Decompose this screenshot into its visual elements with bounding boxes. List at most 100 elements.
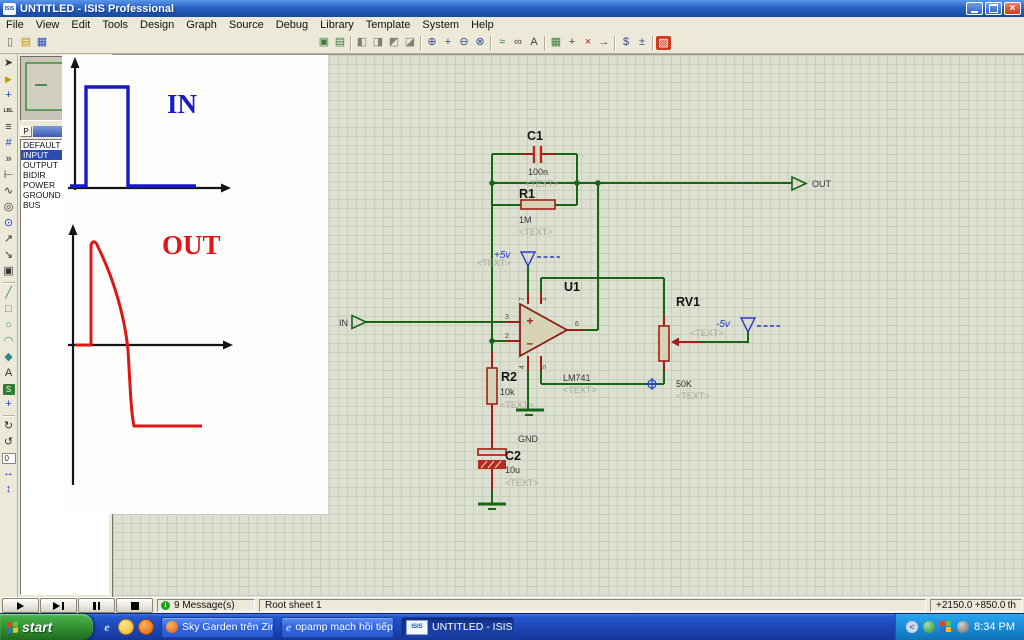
menu-source[interactable]: Source — [223, 18, 270, 32]
menu-graph[interactable]: Graph — [180, 18, 223, 32]
design-explorer-icon[interactable]: ▦ — [548, 35, 564, 51]
paste-sheet-icon[interactable]: ▤ — [332, 35, 348, 51]
minimize-button[interactable] — [966, 2, 983, 15]
menu-help[interactable]: Help — [465, 18, 500, 32]
junction-dot-icon[interactable]: + — [1, 88, 17, 104]
goto-sheet-icon[interactable]: → — [596, 35, 612, 51]
new-design-icon[interactable]: ▯ — [2, 35, 18, 51]
menu-design[interactable]: Design — [134, 18, 180, 32]
2d-circle-icon[interactable]: ○ — [1, 318, 17, 334]
hide-icons-chevron[interactable]: < — [906, 621, 919, 633]
stop-button[interactable] — [116, 598, 153, 613]
menu-file[interactable]: File — [0, 18, 30, 32]
play-button[interactable] — [2, 598, 39, 613]
message-box[interactable]: i 9 Message(s) — [157, 599, 255, 612]
opamp-u1[interactable]: + – — [519, 302, 569, 358]
block-rotate-icon[interactable]: ◩ — [386, 35, 402, 51]
updates-tray-icon[interactable] — [940, 621, 952, 633]
text-script-icon[interactable]: ≡ — [1, 120, 17, 136]
2d-box-icon[interactable]: □ — [1, 302, 17, 318]
pause-button[interactable] — [78, 598, 115, 613]
save-design-icon[interactable]: ▦ — [34, 35, 50, 51]
open-design-icon[interactable]: ▤ — [18, 35, 34, 51]
step-button[interactable] — [40, 598, 77, 613]
zoom-center-icon[interactable]: + — [440, 35, 456, 51]
internet-explorer-icon[interactable]: e — [100, 620, 114, 634]
2d-path-icon[interactable]: ◆ — [1, 350, 17, 366]
graph-mode-icon[interactable]: ∿ — [1, 184, 17, 200]
block-delete-icon[interactable]: ◪ — [402, 35, 418, 51]
2d-arc-icon[interactable]: ◠ — [1, 334, 17, 350]
remove-sheet-icon[interactable]: × — [580, 35, 596, 51]
2d-text-icon[interactable]: A — [1, 366, 17, 382]
menu-system[interactable]: System — [416, 18, 465, 32]
resistor-r1[interactable] — [520, 199, 556, 210]
wire-autorouter-icon[interactable]: ≈ — [494, 35, 510, 51]
flip-vertical-icon[interactable]: ↕ — [1, 482, 17, 498]
script-editor-icon[interactable]: $ — [618, 35, 634, 51]
copy-sheet-icon[interactable]: ▣ — [316, 35, 332, 51]
vminus-terminal[interactable] — [739, 317, 757, 334]
menu-template[interactable]: Template — [360, 18, 417, 32]
buses-icon[interactable]: # — [1, 136, 17, 152]
rv1-text: <TEXT> — [676, 391, 710, 401]
close-button[interactable]: × — [1004, 2, 1021, 15]
r1-value: 1M — [519, 215, 532, 225]
vplus-terminal[interactable] — [519, 251, 537, 268]
resistor-r2[interactable] — [486, 367, 498, 405]
r2-ref: R2 — [501, 370, 517, 384]
browser-icon[interactable] — [138, 619, 154, 635]
pick-devices-button[interactable]: P — [20, 126, 32, 137]
clock[interactable]: 8:34 PM — [974, 621, 1015, 633]
property-assignment-icon[interactable]: A — [526, 35, 542, 51]
taskbar-button-zing[interactable]: Sky Garden trên Zing ... — [161, 616, 274, 638]
output-terminal[interactable] — [791, 175, 808, 192]
menu-library[interactable]: Library — [314, 18, 360, 32]
voltage-probe-icon[interactable]: ↗ — [1, 232, 17, 248]
script-blocks-icon[interactable]: ± — [634, 35, 650, 51]
2d-marker-icon[interactable]: + — [1, 397, 17, 413]
taskbar-button-opamp[interactable]: e opamp mạch hồi tiếp ... — [281, 616, 394, 638]
rotate-clockwise-icon[interactable]: ↻ — [1, 419, 17, 435]
2d-line-icon[interactable]: ╱ — [1, 286, 17, 302]
block-move-icon[interactable]: ◨ — [370, 35, 386, 51]
template-editor-icon[interactable]: ▨ — [656, 36, 671, 50]
zoom-out-icon[interactable]: ⊖ — [456, 35, 472, 51]
restore-button[interactable] — [985, 2, 1002, 15]
terminals-mode-icon[interactable]: » — [1, 152, 17, 168]
potentiometer-rv1[interactable] — [658, 325, 670, 362]
menu-debug[interactable]: Debug — [270, 18, 314, 32]
toolbar-separator — [614, 35, 616, 51]
rotate-anticlockwise-icon[interactable]: ↺ — [1, 435, 17, 451]
volume-tray-icon[interactable] — [957, 621, 970, 633]
capacitor-c1[interactable] — [532, 146, 543, 163]
tape-recorder-icon[interactable]: ◎ — [1, 200, 17, 216]
2d-symbol-icon[interactable]: S — [2, 384, 15, 395]
messenger-icon[interactable] — [118, 619, 134, 635]
search-tag-icon[interactable]: ∞ — [510, 35, 526, 51]
generator-mode-icon[interactable]: ⊙ — [1, 216, 17, 232]
new-sheet-icon[interactable]: + — [564, 35, 580, 51]
network-tray-icon[interactable] — [923, 621, 936, 633]
component-mode-icon[interactable]: ▶ — [1, 72, 17, 88]
start-button[interactable]: start — [0, 614, 93, 640]
taskbar-button-isis[interactable]: ISIS UNTITLED - ISIS Prof... — [401, 616, 514, 638]
toolbar: ▯ ▤ ▦ ▣ ▤ ◧ ◨ ◩ ◪ ⊕ + ⊖ ⊗ ≈ ∞ A ▦ + × → … — [0, 33, 1024, 54]
device-pins-icon[interactable]: ⊢ — [1, 168, 17, 184]
rotation-angle-field[interactable]: 0 — [1, 453, 16, 464]
capacitor-c2[interactable] — [477, 448, 507, 469]
menu-view[interactable]: View — [30, 18, 66, 32]
virtual-instruments-icon[interactable]: ▣ — [1, 264, 17, 280]
current-probe-icon[interactable]: ↘ — [1, 248, 17, 264]
flip-horizontal-icon[interactable]: ↔ — [1, 466, 17, 482]
taskbar: start e Sky Garden trên Zing ... e opamp… — [0, 613, 1024, 640]
step-bar-icon — [61, 601, 65, 610]
menu-tools[interactable]: Tools — [96, 18, 134, 32]
block-copy-icon[interactable]: ◧ — [354, 35, 370, 51]
menu-edit[interactable]: Edit — [65, 18, 96, 32]
zoom-in-icon[interactable]: ⊕ — [424, 35, 440, 51]
wire-label-icon[interactable]: LBL — [1, 104, 17, 120]
input-terminal[interactable] — [351, 314, 368, 330]
zoom-all-icon[interactable]: ⊗ — [472, 35, 488, 51]
selection-pointer-icon[interactable]: ➤ — [1, 56, 17, 72]
